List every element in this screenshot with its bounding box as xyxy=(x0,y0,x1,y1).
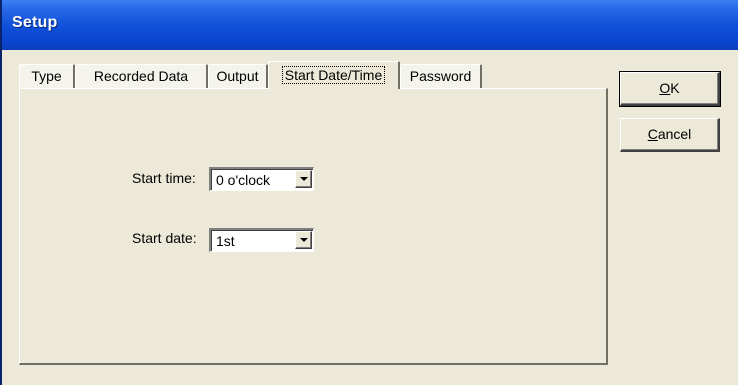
tab-output[interactable]: Output xyxy=(208,64,268,88)
cancel-mnemonic: C xyxy=(647,126,658,142)
tab-password[interactable]: Password xyxy=(400,64,482,88)
chevron-down-icon xyxy=(300,177,308,181)
cancel-label-rest: ancel xyxy=(657,126,692,142)
start-time-dropdown-button[interactable] xyxy=(295,170,312,188)
tab-output-label: Output xyxy=(216,68,259,84)
chevron-down-icon xyxy=(300,238,308,242)
tab-panel-start-date-time xyxy=(19,88,608,365)
start-time-select[interactable]: 0 o'clock xyxy=(209,167,314,191)
setup-dialog: Setup Type Recorded Data Output Start Da… xyxy=(0,0,738,385)
start-date-dropdown-button[interactable] xyxy=(295,231,312,249)
tab-type-label: Type xyxy=(31,68,62,84)
cancel-button[interactable]: Cancel xyxy=(620,118,720,152)
start-date-value: 1st xyxy=(216,233,235,249)
start-time-label: Start time: xyxy=(132,170,196,186)
start-date-label: Start date: xyxy=(132,230,197,246)
tab-start-date-time-label: Start Date/Time xyxy=(281,66,386,84)
tab-recorded-data-label: Recorded Data xyxy=(93,68,189,84)
tab-type[interactable]: Type xyxy=(19,64,75,88)
ok-mnemonic: O xyxy=(659,80,671,96)
tab-password-label: Password xyxy=(409,68,472,84)
start-time-value: 0 o'clock xyxy=(216,172,271,188)
tab-start-date-time[interactable]: Start Date/Time xyxy=(268,61,400,89)
window-title: Setup xyxy=(12,14,58,31)
title-bar[interactable]: Setup xyxy=(2,0,738,50)
start-date-select[interactable]: 1st xyxy=(209,228,314,252)
tab-recorded-data[interactable]: Recorded Data xyxy=(75,64,208,88)
ok-button[interactable]: OK xyxy=(619,71,721,107)
ok-label-rest: K xyxy=(670,80,680,96)
